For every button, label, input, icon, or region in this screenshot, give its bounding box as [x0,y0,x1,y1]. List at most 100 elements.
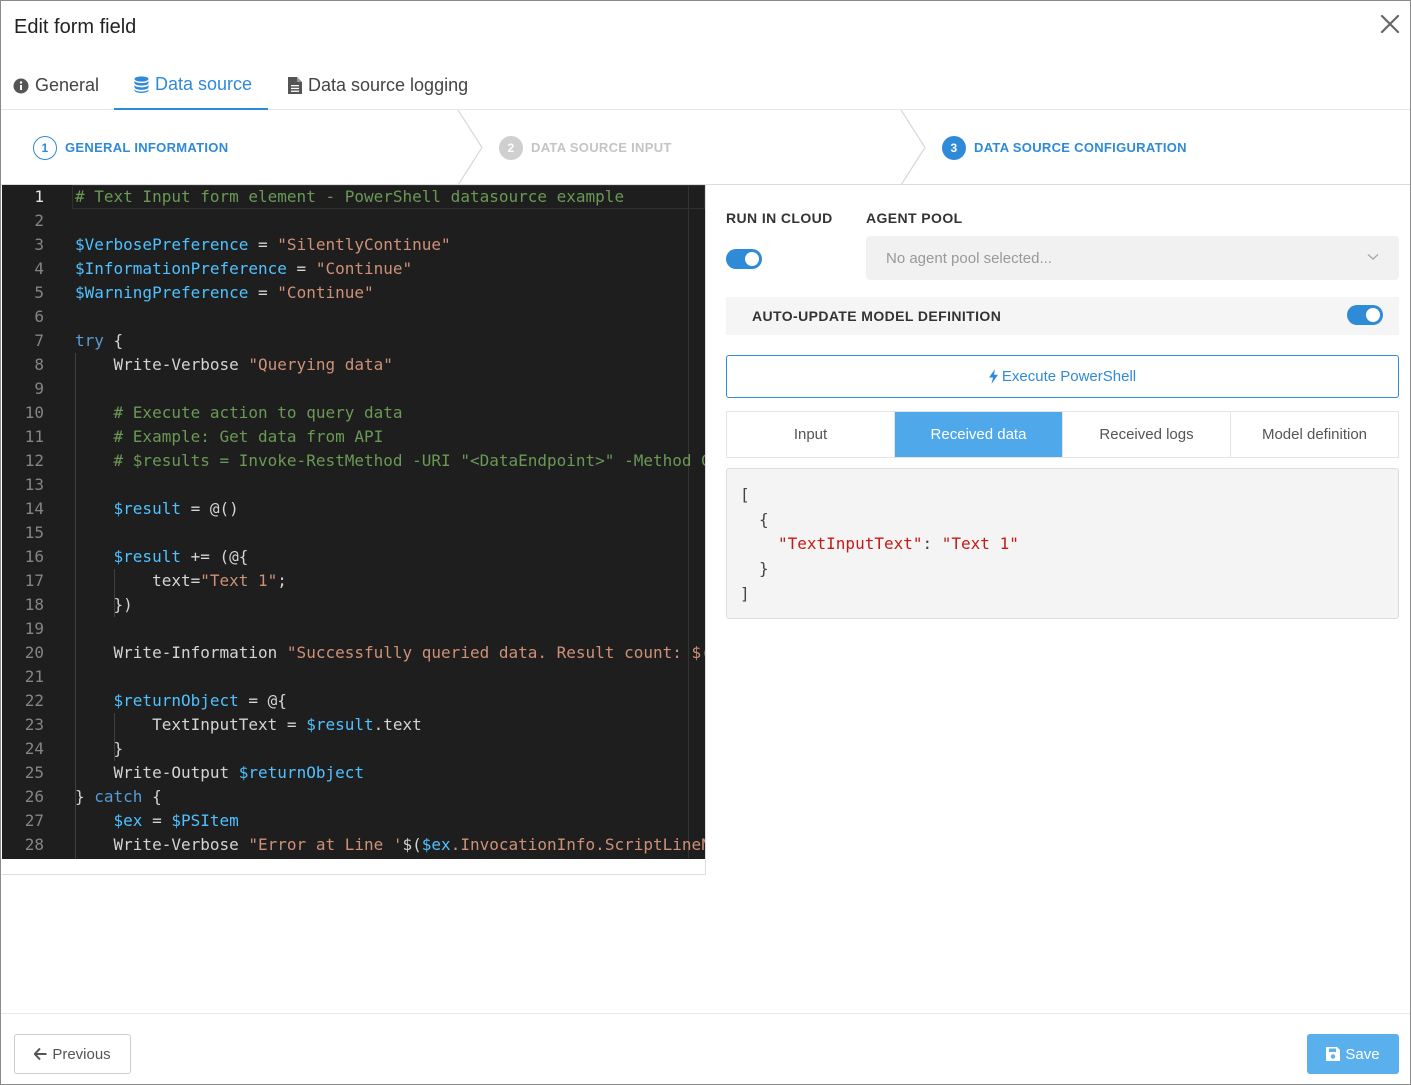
line-number: 9 [34,379,44,398]
close-icon[interactable] [1377,11,1403,37]
line-number: 8 [34,355,44,374]
tab-data-source-label: Data source [155,74,253,94]
line-number: 17 [24,571,44,590]
tab-general[interactable]: General [13,61,99,110]
code-line: 27 $ex = $PSItem [2,809,705,833]
auto-update-toggle[interactable] [1347,305,1383,325]
code-token: = @{ [238,691,287,710]
step-data-source-input[interactable]: 2 DATA SOURCE INPUT [499,110,672,185]
line-number: 12 [24,451,44,470]
line-number: 1 [34,187,44,206]
file-text-icon [288,77,302,94]
line-number: 26 [24,787,44,806]
database-icon [134,76,149,93]
tab-data-source[interactable]: Data source [114,61,268,110]
json-open-bracket: [ [740,485,750,504]
code-line: 11 # Example: Get data from API [2,425,705,449]
code-text: $InformationPreference = "Continue" [75,257,412,281]
code-token: "Continue" [277,283,374,302]
tab-received-logs[interactable]: Received logs [1063,412,1231,457]
indent-guide [113,569,115,617]
run-in-cloud-label: RUN IN CLOUD [726,210,833,226]
code-token: $PSItem [171,811,239,830]
code-token: { [103,331,124,350]
tab-input[interactable]: Input [727,412,895,457]
dialog-footer [1,1013,1410,1084]
line-number: 13 [24,475,44,494]
line-number: 14 [24,499,44,518]
code-token: catch [94,787,143,806]
code-line: 9 [2,377,705,401]
code-text: # $results = Invoke-RestMethod -URI "<Da… [75,449,705,473]
dialog-title: Edit form field [14,16,137,38]
code-token: { [142,787,162,806]
step-data-source-configuration[interactable]: 3 DATA SOURCE CONFIGURATION [942,110,1187,185]
line-number: 5 [34,283,44,302]
line-number: 15 [24,523,44,542]
code-line: 29 [2,857,705,859]
auto-update-row: AUTO-UPDATE MODEL DEFINITION [726,297,1399,335]
code-token: try [75,331,104,350]
code-line: 21 [2,665,705,689]
save-button[interactable]: Save [1307,1034,1399,1074]
save-label: Save [1345,1045,1380,1063]
code-line: 5 $WarningPreference = "Continue" [2,281,705,305]
tab-received-data[interactable]: Received data [895,412,1063,457]
code-line: 12 # $results = Invoke-RestMethod -URI "… [2,449,705,473]
step-separator-icon [457,110,483,185]
line-number: 24 [24,739,44,758]
indent-guide [113,713,115,761]
code-token: # Example: Get data from API [75,427,384,446]
line-number: 20 [24,643,44,662]
bolt-icon [988,369,998,384]
code-text: try { [75,329,123,353]
code-text: text="Text 1"; [75,569,287,593]
code-token: $result [113,499,181,518]
json-open-brace: { [759,510,769,529]
tab-data-source-logging[interactable]: Data source logging [288,61,468,110]
code-token: .text [373,715,422,734]
line-number: 11 [24,427,44,446]
previous-button[interactable]: Previous [14,1034,131,1074]
code-token: .InvocationInfo.ScriptLineN [450,835,705,854]
execute-powershell-label: Execute PowerShell [1001,368,1137,385]
wizard-steps: 1 GENERAL INFORMATION 2 DATA SOURCE INPU… [1,110,1410,185]
execute-powershell-button[interactable]: Execute PowerShell [726,355,1399,398]
code-line: 14 $result = @() [2,497,705,521]
agent-pool-label: AGENT POOL [866,210,963,226]
code-text: # Execute action to query data [75,401,403,425]
code-line: 6 [2,305,705,329]
run-in-cloud-toggle[interactable] [726,249,762,269]
step-separator-icon [900,110,926,185]
tab-data-source-logging-label: Data source logging [308,75,469,95]
code-line: 22 $returnObject = @{ [2,689,705,713]
code-token: "Text 1" [200,571,278,590]
step-general-information[interactable]: 1 GENERAL INFORMATION [33,110,228,185]
code-token: = [248,235,278,254]
powershell-code-editor[interactable]: 1 # Text Input form element - PowerShell … [2,185,705,859]
code-token: = [142,811,172,830]
code-line: 13 [2,473,705,497]
code-token: "SilentlyContinue" [277,235,451,254]
line-number: 10 [24,403,44,422]
code-line: 3 $VerbosePreference = "SilentlyContinue" [2,233,705,257]
code-token: $VerbosePreference [75,235,249,254]
code-token: } [75,787,95,806]
agent-pool-select[interactable]: No agent pool selected... [866,236,1399,280]
code-line: 16 $result += (@{ [2,545,705,569]
code-text: $VerbosePreference = "SilentlyContinue" [75,233,451,257]
arrow-left-icon [34,1048,47,1060]
line-number: 6 [34,307,44,326]
code-text: Write-Information "Successfully queried … [75,641,705,665]
line-number: 4 [34,259,44,278]
code-text: # Text Input form element - PowerShell d… [75,185,624,209]
tab-model-definition[interactable]: Model definition [1231,412,1398,457]
code-token: += (@{ [180,547,249,566]
line-number: 25 [24,763,44,782]
code-line: 7 try { [2,329,705,353]
json-close-brace: } [759,559,769,578]
line-number: 23 [24,715,44,734]
auto-update-label: AUTO-UPDATE MODEL DEFINITION [752,308,1002,324]
code-text: } [75,737,124,761]
